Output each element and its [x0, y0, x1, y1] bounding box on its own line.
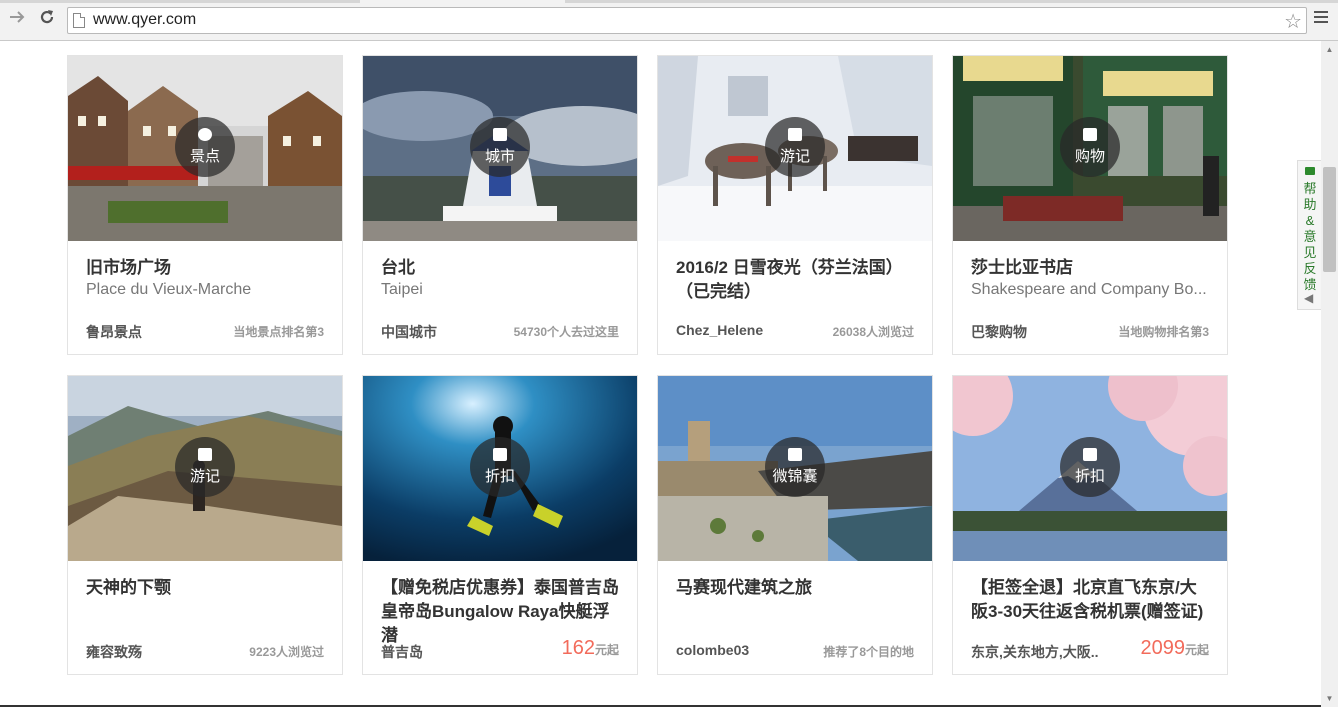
scroll-up-icon[interactable]: ▲	[1321, 41, 1338, 58]
card-image[interactable]: 折扣	[953, 376, 1227, 561]
card-vieux-marche[interactable]: 景点 旧市场广场 Place du Vieux-Marche 鲁昂景点 当地景点…	[67, 55, 343, 355]
category-badge: 景点	[175, 117, 235, 177]
price-unit: 元起	[1184, 643, 1209, 657]
category-badge: 微锦囊	[765, 437, 825, 497]
card-title[interactable]: 2016/2 日雪夜光（芬兰法国）（已完结）	[676, 256, 916, 304]
card-subtitle: Place du Vieux-Marche	[86, 281, 252, 298]
page-icon	[73, 13, 85, 28]
category-badge: 购物	[1060, 117, 1120, 177]
scrollbar[interactable]: ▲ ▼	[1321, 41, 1338, 707]
tab-edge	[565, 0, 1338, 3]
card-title[interactable]: 旧市场广场	[86, 256, 326, 280]
tag-icon	[1083, 448, 1097, 461]
card-meta: 当地景点排名第3	[233, 325, 324, 339]
arrow-right-icon	[10, 11, 25, 23]
card-image[interactable]: 折扣	[363, 376, 637, 561]
card-location[interactable]: 鲁昂景点	[86, 322, 142, 342]
card-author[interactable]: colombe03	[676, 642, 749, 658]
feedback-tab[interactable]: 帮助&意见反馈 ◀	[1297, 160, 1321, 310]
card-meta: 推荐了8个目的地	[823, 645, 914, 659]
badge-label: 游记	[779, 148, 810, 165]
card-title[interactable]: 【拒签全退】北京直飞东京/大阪3-30天往返含税机票(赠签证)	[971, 576, 1211, 624]
tag-icon	[493, 448, 507, 461]
category-badge: 折扣	[470, 437, 530, 497]
eye-icon	[198, 128, 212, 141]
card-meta: 54730个人去过这里	[513, 325, 619, 339]
price-value: 2099	[1140, 637, 1185, 659]
badge-label: 游记	[189, 468, 220, 485]
category-badge: 城市	[470, 117, 530, 177]
category-badge: 游记	[175, 437, 235, 497]
star-icon[interactable]: ☆	[1284, 9, 1302, 34]
card-subtitle: Taipei	[381, 281, 423, 298]
card-image[interactable]: 微锦囊	[658, 376, 932, 561]
badge-label: 城市	[484, 148, 515, 165]
card-image[interactable]: 景点	[68, 56, 342, 241]
building-icon	[493, 128, 507, 141]
card-title[interactable]: 天神的下颚	[86, 576, 326, 600]
category-badge: 折扣	[1060, 437, 1120, 497]
card-title[interactable]: 台北	[381, 256, 621, 280]
card-phuket-deal[interactable]: 折扣 【赠免税店优惠券】泰国普吉岛皇帝岛Bungalow Raya快艇浮潜 普吉…	[362, 375, 638, 675]
reload-icon	[40, 10, 54, 24]
card-gods-jaw[interactable]: 游记 天神的下颚 雍容致殇 9223人浏览过	[67, 375, 343, 675]
card-marseille[interactable]: 微锦囊 马赛现代建筑之旅 colombe03 推荐了8个目的地	[657, 375, 933, 675]
feedback-label: 帮助&意见反馈	[1303, 181, 1317, 292]
scrollbar-thumb[interactable]	[1323, 167, 1336, 272]
card-author[interactable]: 雍容致殇	[86, 642, 142, 662]
card-meta: 9223人浏览过	[249, 645, 324, 659]
card-price: 162元起	[562, 637, 619, 660]
book-icon	[788, 128, 802, 141]
card-finland-trip[interactable]: 游记 2016/2 日雪夜光（芬兰法国）（已完结） Chez_Helene 26…	[657, 55, 933, 355]
browser-toolbar: www.qyer.com ☆	[0, 0, 1338, 41]
guide-icon	[788, 448, 802, 461]
badge-label: 折扣	[1074, 468, 1105, 485]
card-tokyo-flight[interactable]: 折扣 【拒签全退】北京直飞东京/大阪3-30天往返含税机票(赠签证) 东京,关东…	[952, 375, 1228, 675]
card-image[interactable]: 城市	[363, 56, 637, 241]
scroll-down-icon[interactable]: ▼	[1321, 690, 1338, 707]
chat-icon	[1305, 167, 1315, 175]
book-icon	[198, 448, 212, 461]
badge-label: 购物	[1074, 148, 1105, 165]
card-image[interactable]: 购物	[953, 56, 1227, 241]
category-badge: 游记	[765, 117, 825, 177]
card-location[interactable]: 普吉岛	[381, 642, 423, 662]
card-price: 2099元起	[1140, 637, 1209, 660]
card-author[interactable]: Chez_Helene	[676, 322, 763, 338]
card-subtitle: Shakespeare and Company Bo...	[971, 281, 1207, 298]
card-location[interactable]: 巴黎购物	[971, 322, 1027, 342]
card-meta: 当地购物排名第3	[1118, 325, 1209, 339]
badge-label: 微锦囊	[772, 468, 818, 485]
shopping-bag-icon	[1083, 128, 1097, 141]
address-bar[interactable]: www.qyer.com ☆	[67, 7, 1307, 34]
card-title[interactable]: 莎士比亚书店	[971, 256, 1211, 280]
reload-button[interactable]	[36, 8, 58, 30]
card-taipei[interactable]: 城市 台北 Taipei 中国城市 54730个人去过这里	[362, 55, 638, 355]
card-image[interactable]: 游记	[68, 376, 342, 561]
card-meta: 26038人浏览过	[832, 325, 914, 339]
url-text[interactable]: www.qyer.com	[93, 11, 196, 29]
badge-label: 景点	[189, 148, 220, 165]
forward-button[interactable]	[6, 8, 28, 30]
card-image[interactable]: 游记	[658, 56, 932, 241]
menu-button[interactable]	[1314, 11, 1328, 25]
price-value: 162	[561, 637, 595, 659]
price-unit: 元起	[594, 643, 619, 657]
card-shakespeare[interactable]: 购物 莎士比亚书店 Shakespeare and Company Bo... …	[952, 55, 1228, 355]
tab-edge	[0, 0, 360, 3]
card-location[interactable]: 中国城市	[381, 322, 437, 342]
card-location[interactable]: 东京,关东地方,大阪..	[971, 642, 1099, 662]
arrow-left-icon: ◀	[1304, 291, 1314, 305]
badge-label: 折扣	[484, 468, 515, 485]
card-title[interactable]: 马赛现代建筑之旅	[676, 576, 916, 600]
